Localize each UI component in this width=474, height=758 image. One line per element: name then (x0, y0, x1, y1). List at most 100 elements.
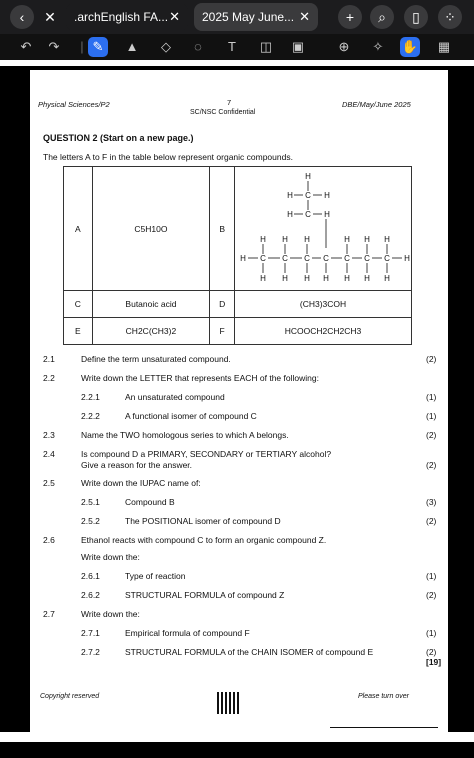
tab-bar: ‹ ✕ .archEnglish FA... ✕ 2025 May June..… (0, 0, 474, 34)
svg-text:H: H (384, 274, 390, 283)
eraser-icon[interactable]: ◇ (156, 37, 176, 57)
cell-formula-f: HCOOCH2CH2CH3 (234, 317, 412, 345)
text-icon[interactable]: T (222, 37, 242, 57)
image-icon[interactable]: ▣ (288, 37, 308, 57)
undo-icon[interactable]: ↶ (16, 37, 36, 57)
cell-formula-a: C5H10O (91, 166, 211, 291)
hand-icon[interactable]: ✋ (400, 37, 420, 57)
svg-text:H: H (260, 274, 266, 283)
cell-formula-d: (CH3)3COH (234, 290, 412, 318)
svg-text:C: C (344, 254, 350, 263)
compounds-table: A C5H10O B H H C H H C H H H C H H C H H… (63, 166, 412, 345)
svg-text:C: C (323, 254, 329, 263)
svg-text:H: H (324, 191, 330, 200)
item-number: 2.4 (43, 449, 55, 459)
back-icon[interactable]: ‹ (10, 5, 34, 29)
qr-code (217, 692, 239, 714)
svg-text:H: H (404, 254, 410, 263)
cell-name-c: Butanoic acid (91, 290, 211, 318)
question-intro: The letters A to F in the table below re… (43, 152, 293, 162)
zoom-icon[interactable]: ⊕ (334, 37, 354, 57)
annotation-toolbar: ↶ ↷ | ✎ ▲ ◇ ◌ T ◫ ▣ ⊕ ✧ ✋ ▦ (0, 34, 474, 60)
svg-text:H: H (364, 274, 370, 283)
item-text: Name the TWO homologous series to which … (81, 430, 289, 440)
cell-letter-c: C (63, 290, 93, 318)
cell-letter-e: E (63, 317, 93, 345)
item-number: 2.6 (43, 535, 55, 545)
more-icon[interactable]: ⁘ (438, 5, 462, 29)
item-mark: (3) (426, 497, 437, 507)
svg-text:H: H (364, 235, 370, 244)
pen-icon[interactable]: ✎ (88, 37, 108, 57)
item-number: 2.2.2 (81, 411, 100, 421)
item-mark: (1) (426, 628, 437, 638)
item-mark: (2) (426, 590, 437, 600)
cell-structure-b: H H C H H C H H H C H H C H H C H C H H … (234, 166, 412, 291)
item-text: Write down the IUPAC name of: (81, 478, 201, 488)
item-number: 2.5.2 (81, 516, 100, 526)
redo-icon[interactable]: ↷ (44, 37, 64, 57)
svg-text:H: H (287, 191, 293, 200)
cell-letter-d: D (209, 290, 235, 318)
item-mark: (2) (426, 354, 437, 364)
item-text: An unsaturated compound (125, 392, 225, 402)
structural-formula-b: H H C H H C H H H C H H C H H C H C H H … (240, 172, 410, 283)
item-text: Write down the LETTER that represents EA… (81, 373, 319, 383)
svg-text:H: H (240, 254, 246, 263)
svg-text:H: H (282, 274, 288, 283)
svg-text:H: H (260, 235, 266, 244)
item-number: 2.2 (43, 373, 55, 383)
svg-text:H: H (344, 274, 350, 283)
item-number: 2.1 (43, 354, 55, 364)
svg-text:C: C (364, 254, 370, 263)
question-title: QUESTION 2 (Start on a new page.) (43, 133, 194, 143)
item-mark: (1) (426, 571, 437, 581)
footer-right: Please turn over (358, 693, 409, 700)
cell-formula-e: CH2C(CH3)2 (91, 317, 211, 345)
tab-close-icon[interactable]: ✕ (169, 3, 180, 31)
item-number: 2.3 (43, 430, 55, 440)
svg-text:H: H (304, 235, 310, 244)
cell-letter-b: B (209, 166, 235, 291)
next-page-edge (0, 732, 474, 742)
shapes-icon[interactable]: ◫ (256, 37, 276, 57)
item-number: 2.5 (43, 478, 55, 488)
tab-active[interactable]: 2025 May June... ✕ (194, 3, 318, 31)
tab-english[interactable]: .archEnglish FA... ✕ (66, 3, 188, 31)
item-mark: (1) (426, 411, 437, 421)
svg-text:H: H (384, 235, 390, 244)
svg-text:C: C (260, 254, 266, 263)
footer-left: Copyright reserved (40, 693, 100, 700)
svg-text:C: C (305, 191, 311, 200)
svg-text:H: H (287, 210, 293, 219)
tab-close-icon[interactable]: ✕ (299, 3, 310, 31)
item-number: 2.7 (43, 609, 55, 619)
lasso-icon[interactable]: ◌ (188, 37, 208, 57)
svg-text:C: C (304, 254, 310, 263)
item-mark: (1) (426, 392, 437, 402)
svg-text:H: H (344, 235, 350, 244)
tab-label: .archEnglish FA... (74, 10, 169, 24)
total-marks: [19] (426, 657, 442, 667)
item-text: Compound B (125, 497, 175, 507)
svg-text:H: H (323, 274, 329, 283)
sidebar-icon[interactable]: ▯ (404, 5, 428, 29)
search-icon[interactable]: ⌕ (370, 5, 394, 29)
highlighter-icon[interactable]: ▲ (122, 37, 142, 57)
laser-icon[interactable]: ✧ (368, 37, 388, 57)
grid-icon[interactable]: ▦ (434, 37, 454, 57)
item-text: STRUCTURAL FORMULA of compound Z (125, 590, 285, 600)
new-tab-icon[interactable]: + (338, 5, 362, 29)
item-text: Write down the: (81, 609, 140, 619)
cell-letter-f: F (209, 317, 235, 345)
svg-text:H: H (324, 210, 330, 219)
header-left: Physical Sciences/P2 (38, 100, 110, 109)
item-text: Empirical formula of compound F (125, 628, 250, 638)
footer-rule (330, 727, 438, 728)
svg-text:C: C (305, 210, 311, 219)
item-number: 2.6.1 (81, 571, 100, 581)
item-mark: (2) (426, 516, 437, 526)
cell-letter-a: A (63, 166, 93, 291)
svg-text:C: C (384, 254, 390, 263)
close-icon[interactable]: ✕ (38, 5, 62, 29)
